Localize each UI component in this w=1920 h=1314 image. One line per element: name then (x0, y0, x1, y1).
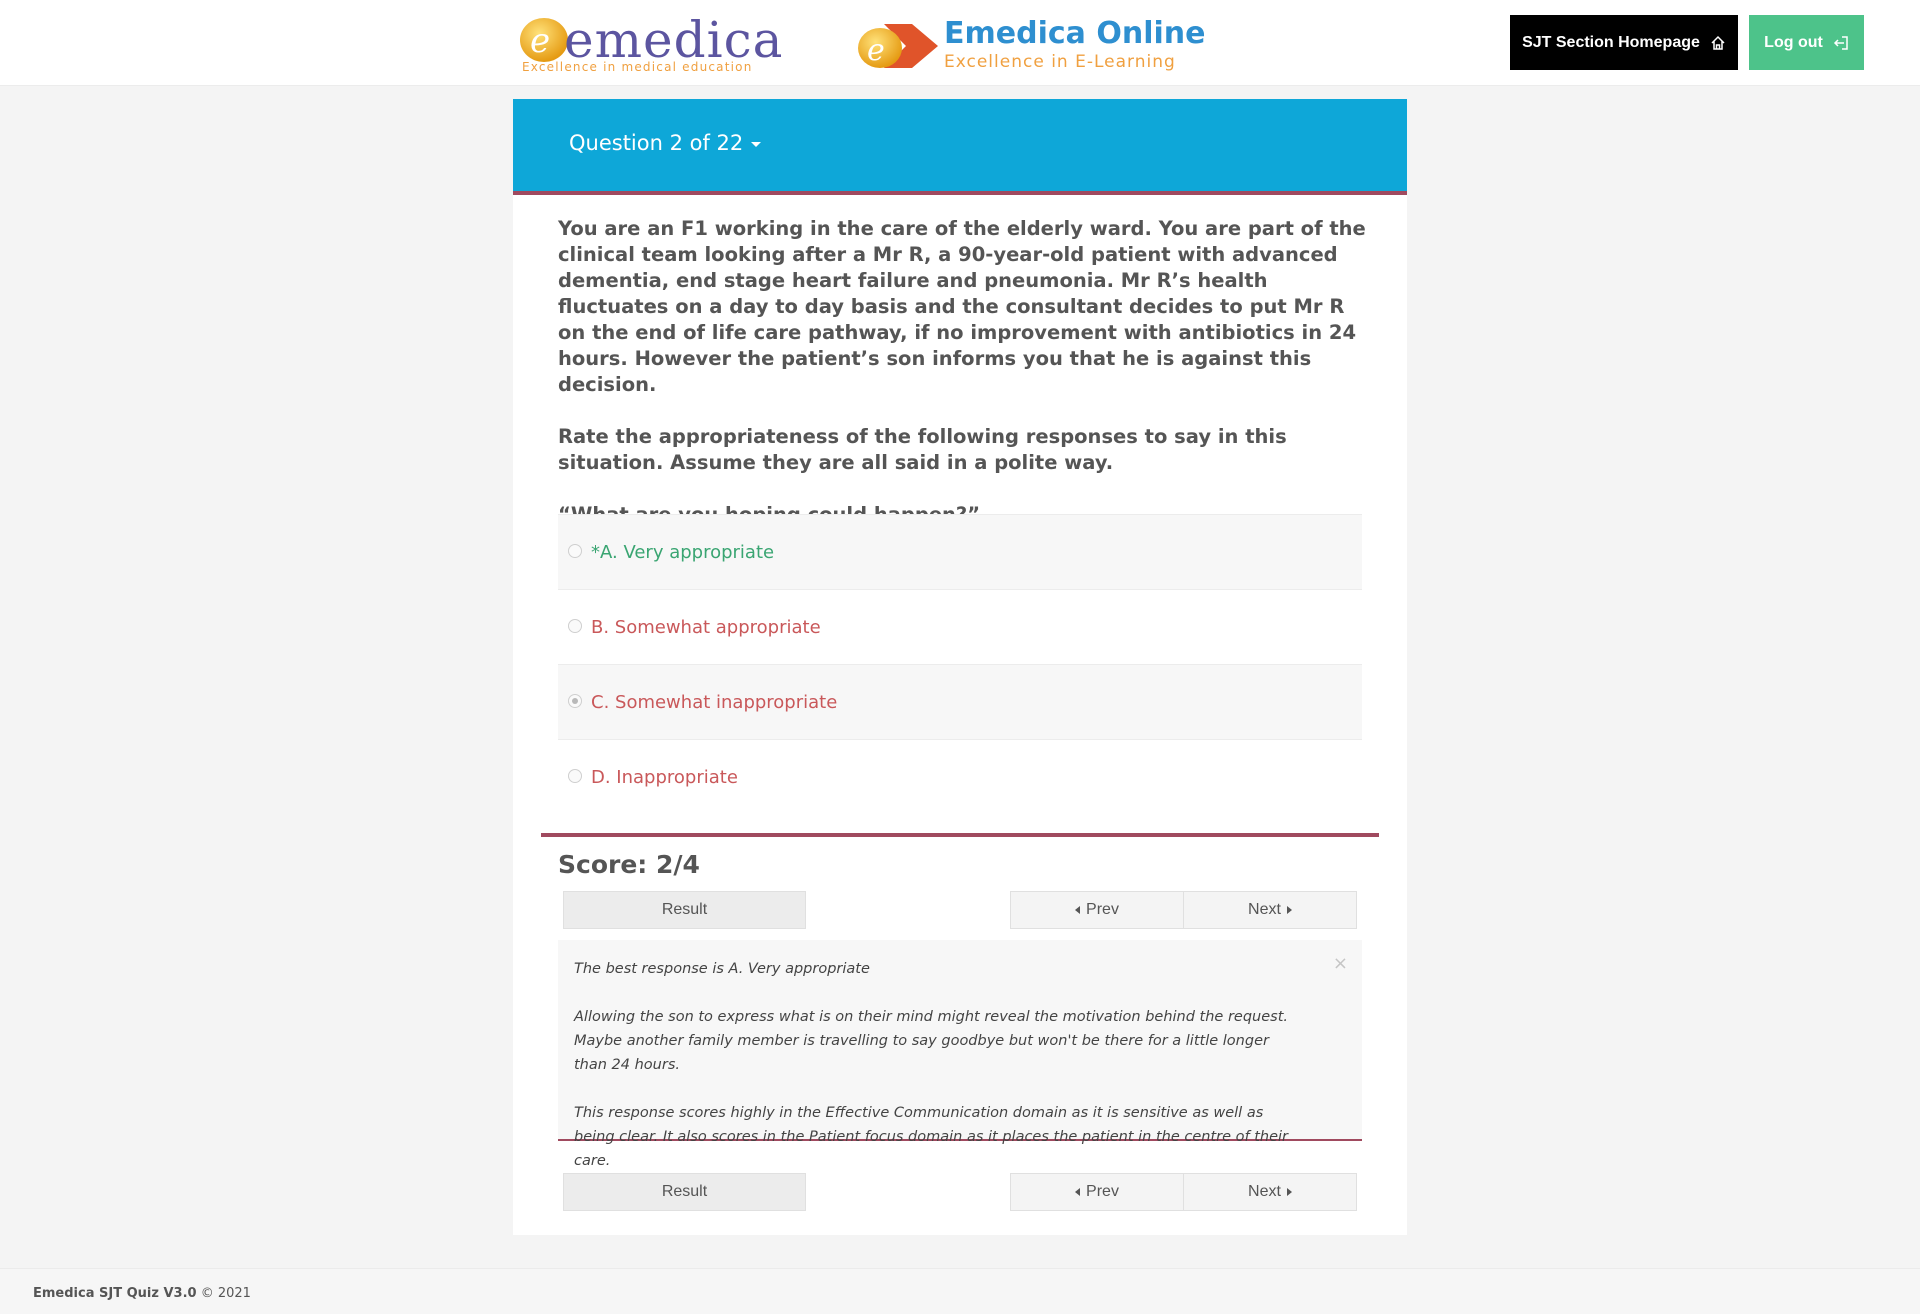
feedback-explanation: Allowing the son to express what is on t… (574, 1009, 1288, 1073)
sjt-section-homepage-button[interactable]: SJT Section Homepage (1510, 15, 1738, 70)
answer-option-c[interactable]: C. Somewhat inappropriate (558, 664, 1362, 739)
radio-button[interactable] (568, 618, 582, 633)
caret-right-icon (1286, 1188, 1292, 1196)
svg-text:e: e (530, 21, 550, 61)
scenario-text: You are an F1 working in the care of the… (558, 217, 1366, 396)
radio-button[interactable] (568, 543, 582, 558)
answer-option-d[interactable]: D. Inappropriate (558, 739, 1362, 814)
footer-copyright: © 2021 (200, 1286, 251, 1301)
instruction-text: Rate the appropriateness of the followin… (558, 425, 1287, 474)
caret-right-icon (1286, 906, 1292, 914)
feedback-box: × The best response is A. Very appropria… (558, 940, 1362, 1169)
quiz-panel: Question 2 of 22 You are an F1 working i… (513, 99, 1407, 1235)
radio-button[interactable] (568, 768, 582, 783)
logout-button[interactable]: Log out (1749, 15, 1864, 70)
svg-text:e: e (867, 33, 885, 68)
caret-left-icon (1075, 906, 1081, 914)
answer-option-b[interactable]: B. Somewhat appropriate (558, 589, 1362, 664)
caret-left-icon (1075, 1188, 1081, 1196)
feedback-best-response: The best response is A. Very appropriate (574, 961, 870, 977)
close-icon[interactable]: × (1333, 952, 1348, 976)
radio-button-selected[interactable] (568, 693, 582, 708)
result-button-bottom[interactable]: Result (563, 1173, 806, 1211)
result-button-label: Result (661, 901, 708, 918)
home-icon (1711, 35, 1725, 50)
result-button[interactable]: Result (563, 891, 806, 929)
feedback-domain-scoring: This response scores highly in the Effec… (574, 1105, 1288, 1169)
section-divider (541, 833, 1379, 837)
answer-option-label: *A. Very appropriate (591, 541, 775, 563)
footer: Emedica SJT Quiz V3.0 © 2021 (0, 1268, 1920, 1314)
result-button-label: Result (661, 1183, 708, 1200)
prev-button-label: Prev (1086, 901, 1119, 918)
sjt-section-homepage-label: SJT Section Homepage (1522, 33, 1700, 51)
emedica-online-tagline: Excellence in E-Learning (944, 52, 1176, 72)
next-button-label: Next (1248, 1183, 1281, 1200)
answer-option-label: D. Inappropriate (591, 766, 738, 788)
prev-button-bottom[interactable]: Prev (1010, 1173, 1184, 1211)
answer-option-a[interactable]: *A. Very appropriate (558, 514, 1362, 589)
prev-button-label: Prev (1086, 1183, 1119, 1200)
emedica-tagline: Excellence in medical education (522, 60, 753, 74)
top-bar: e emedica Excellence in medical educatio… (0, 0, 1920, 86)
answer-options: *A. Very appropriate B. Somewhat appropr… (558, 514, 1362, 814)
prev-button[interactable]: Prev (1010, 891, 1184, 929)
question-stem: You are an F1 working in the care of the… (558, 216, 1378, 554)
answer-option-label: C. Somewhat inappropriate (591, 691, 838, 713)
emedica-online-title: Emedica Online (944, 16, 1206, 51)
footer-text: Emedica SJT Quiz V3.0 © 2021 (33, 1286, 251, 1301)
emedica-logo: e emedica Excellence in medical educatio… (516, 12, 782, 76)
next-button-label: Next (1248, 901, 1281, 918)
logout-label: Log out (1764, 33, 1823, 51)
question-selector-dropdown[interactable]: Question 2 of 22 (569, 131, 762, 155)
score-display: Score: 2/4 (558, 850, 700, 879)
answer-option-label: B. Somewhat appropriate (591, 616, 821, 638)
footer-app-version: Emedica SJT Quiz V3.0 (33, 1286, 197, 1301)
question-header: Question 2 of 22 (513, 99, 1407, 195)
emedica-wordmark: emedica (564, 11, 784, 69)
emedica-online-emblem-icon: e (858, 24, 938, 68)
next-button-bottom[interactable]: Next (1183, 1173, 1357, 1211)
emedica-online-logo: e Emedica Online Excellence in E-Learnin… (854, 14, 1205, 74)
next-button[interactable]: Next (1183, 891, 1357, 929)
question-counter: Question 2 of 22 (569, 131, 744, 155)
logout-icon (1833, 35, 1848, 50)
caret-down-icon (751, 142, 762, 147)
